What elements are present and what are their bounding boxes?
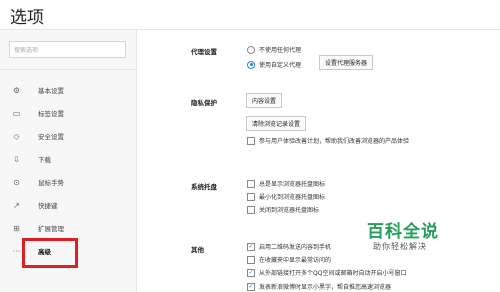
radio-selected-icon [247, 60, 255, 69]
sidebar-item-tabs[interactable]: ▭ 标签设置 [0, 104, 136, 124]
checkbox-icon [247, 179, 255, 188]
search-input[interactable]: 搜索选项 [9, 41, 126, 58]
highlight-box [22, 238, 78, 268]
set-proxy-server-button[interactable]: 设置代理服务器 [319, 55, 374, 70]
sidebar-item-shortcuts[interactable]: ↗ 快捷键 [0, 196, 136, 216]
tray-section-label: 系统托盘 [191, 183, 217, 191]
tray-always-show-checkbox[interactable]: 总是显示浏览器托盘图标 [247, 179, 325, 189]
tray-close-checkbox[interactable]: 关闭到浏览器托盘图标 [247, 205, 319, 215]
watermark: 百科全说 助你轻松解决 [363, 218, 463, 258]
favorites-most-visited-checkbox[interactable]: 在收藏夹中显示最常访问的 [247, 255, 331, 265]
shield-icon: ◇ [13, 132, 20, 141]
sidebar-item-mouse-gestures[interactable]: ⊙ 鼠标手势 [0, 173, 136, 193]
extension-icon: ⊞ [13, 224, 20, 233]
checkbox-icon [247, 205, 255, 214]
gear-icon: ⚙ [12, 86, 21, 95]
radio-icon [247, 45, 255, 54]
sidebar-item-label: 下载 [38, 156, 51, 164]
shortcut-icon: ↗ [13, 201, 20, 210]
sidebar-item-label: 快捷键 [38, 202, 58, 210]
watermark-logo: 百科全说 [367, 222, 439, 242]
checkbox-checked-icon: ✓ [247, 268, 255, 277]
checkbox-checked-icon: ✓ [247, 242, 255, 251]
sidebar-item-label: 安全设置 [38, 133, 64, 141]
sidebar-item-security[interactable]: ◇ 安全设置 [0, 127, 136, 147]
sidebar-item-label: 鼠标手势 [38, 179, 64, 187]
watermark-subtitle: 助你轻松解决 [373, 242, 427, 251]
tab-icon: ▭ [12, 109, 21, 118]
qr-send-checkbox[interactable]: ✓ 启用二维码发送内容到手机 [247, 242, 331, 252]
more-icon: ··· [12, 247, 21, 256]
sidebar-item-label: 标签设置 [38, 110, 64, 118]
weibo-small-text-checkbox[interactable]: ✓ 发表新浪微博时显示小黑字，帮自推您高速浏览器 [247, 282, 391, 292]
sidebar-item-extensions[interactable]: ⊞ 扩展管理 [0, 219, 136, 239]
sidebar-item-download[interactable]: ⇩ 下载 [0, 150, 136, 170]
other-section-label: 其他 [191, 246, 204, 254]
content-settings-button[interactable]: 内容设置 [246, 93, 283, 108]
ux-improvement-checkbox[interactable]: 参与用户体验改善计划，帮助我们改善浏览器的产品体验 [247, 136, 409, 146]
checkbox-checked-icon: ✓ [247, 282, 255, 291]
proxy-custom-option[interactable]: 使用自定义代理 [247, 60, 301, 70]
sidebar-item-label: 基本设置 [38, 87, 64, 95]
sidebar-divider [0, 69, 136, 70]
checkbox-icon [247, 255, 255, 264]
proxy-none-option[interactable]: 不使用任何代理 [247, 45, 301, 55]
checkbox-icon [247, 192, 255, 201]
external-links-small-window-checkbox[interactable]: ✓ 从外部链接打开多个QQ空间或邮箱时自动开启小号窗口 [247, 268, 406, 278]
sidebar-item-basic[interactable]: ⚙ 基本设置 [0, 81, 136, 101]
tray-minimize-checkbox[interactable]: 最小化到浏览器托盘图标 [247, 192, 325, 202]
mouse-icon: ⊙ [13, 178, 20, 187]
checkbox-icon [247, 136, 255, 145]
proxy-section-label: 代理设置 [191, 48, 217, 56]
sidebar-item-label: 扩展管理 [38, 225, 64, 233]
privacy-section-label: 隐私保护 [191, 99, 217, 107]
clear-browsing-data-button[interactable]: 清除浏览记录设置 [246, 116, 307, 131]
download-icon: ⇩ [13, 155, 20, 164]
page-title: 选项 [10, 8, 44, 28]
